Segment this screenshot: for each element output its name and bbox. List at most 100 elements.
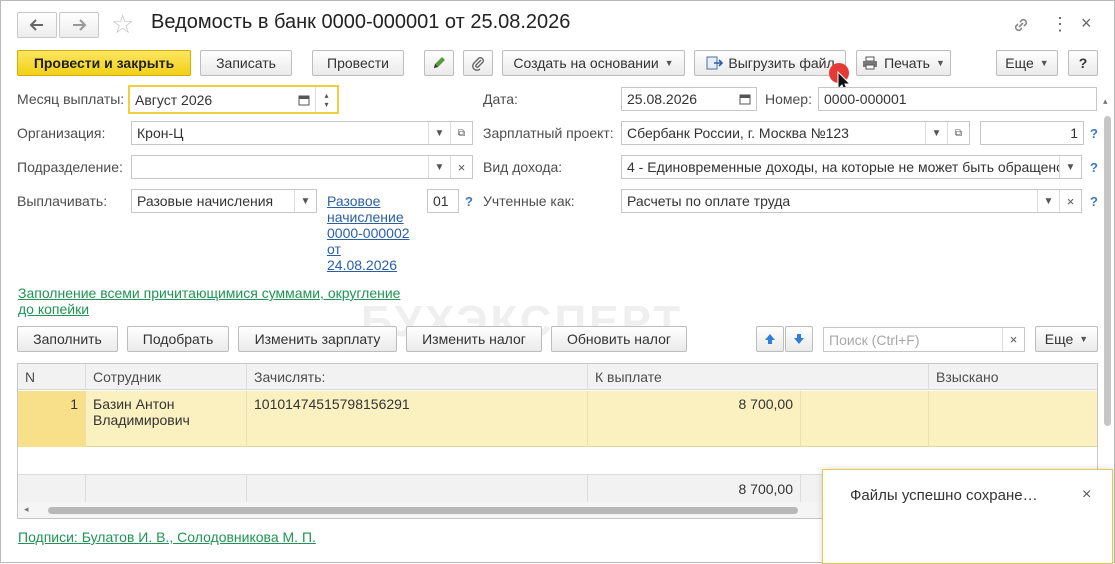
print-button[interactable]: Печать ▼	[856, 50, 951, 76]
footer-total-to-pay: 8 700,00	[588, 475, 801, 503]
chevron-down-icon: ▼	[664, 58, 674, 68]
cell-collected	[929, 391, 1097, 447]
dept-field[interactable]: ▼ ×	[131, 155, 473, 179]
help-button[interactable]: ?	[1068, 50, 1098, 76]
org-value: Крон-Ц	[137, 125, 184, 141]
table-more-button[interactable]: Еще ▼	[1035, 326, 1098, 352]
signatures-link[interactable]: Подписи: Булатов И. В., Солодовникова М.…	[18, 529, 316, 545]
create-based-on-label: Создать на основании	[513, 55, 659, 71]
fill-mode-link[interactable]: Заполнение всеми причитающимися суммами,…	[18, 285, 400, 317]
search-input[interactable]: Поиск (Ctrl+F) ×	[823, 327, 1025, 352]
column-header-employee[interactable]: Сотрудник	[86, 364, 247, 390]
scroll-left-icon[interactable]: ◂	[24, 504, 29, 515]
change-salary-button[interactable]: Изменить зарплату	[238, 326, 397, 352]
pay-field[interactable]: Разовые начисления ▼	[131, 189, 317, 213]
link-icon[interactable]	[1011, 15, 1031, 38]
chevron-down-icon: ▼	[1079, 334, 1089, 344]
change-tax-button[interactable]: Изменить налог	[406, 326, 542, 352]
scroll-up-icon[interactable]: ▴	[1103, 96, 1108, 107]
back-button[interactable]	[17, 12, 57, 38]
notification-toast: Файлы успешно сохране… ×	[822, 469, 1113, 564]
number-field[interactable]: 0000-000001	[818, 87, 1097, 111]
chevron-down-icon[interactable]: ▼	[1059, 156, 1081, 178]
table-more-label: Еще	[1044, 331, 1074, 347]
org-field[interactable]: Крон-Ц ▼ ⧉	[131, 121, 473, 145]
forward-button[interactable]	[59, 12, 99, 38]
open-icon[interactable]: ⧉	[947, 122, 969, 144]
chevron-down-icon[interactable]: ▼	[428, 122, 450, 144]
star-icon[interactable]: ☆	[111, 9, 134, 40]
clear-icon[interactable]: ×	[1059, 190, 1081, 212]
help-icon[interactable]: ?	[1090, 160, 1098, 175]
more-button[interactable]: Еще ▼	[996, 50, 1058, 76]
project-field[interactable]: Сбербанк России, г. Москва №123 ▼ ⧉	[621, 121, 970, 145]
month-stepper[interactable]: ▴ ▾	[315, 87, 337, 112]
notification-text: Файлы успешно сохране…	[850, 487, 1038, 504]
export-file-button[interactable]: Выгрузить файл	[694, 50, 846, 76]
code-field[interactable]: 01	[427, 189, 459, 213]
help-icon[interactable]: ?	[465, 194, 473, 209]
date-field[interactable]: 25.08.2026	[621, 87, 757, 111]
number-label: Номер:	[765, 91, 812, 107]
help-icon[interactable]: ?	[1090, 126, 1098, 141]
cell-employee: Базин Антон Владимирович	[86, 391, 247, 447]
table-header: N Сотрудник Зачислять: К выплате Взыскан…	[18, 364, 1097, 390]
attach-button[interactable]	[463, 50, 493, 76]
post-and-close-button[interactable]: Провести и закрыть	[17, 50, 191, 76]
fill-button[interactable]: Заполнить	[17, 326, 118, 352]
scrollbar-thumb[interactable]	[48, 507, 798, 514]
column-header-to-pay[interactable]: К выплате	[588, 364, 929, 390]
clear-icon[interactable]: ×	[450, 156, 472, 178]
clear-icon[interactable]: ×	[1002, 328, 1024, 351]
column-header-n[interactable]: N	[18, 364, 86, 390]
cell-to-pay: 8 700,00	[588, 391, 801, 447]
vertical-scrollbar-thumb[interactable]	[1104, 116, 1111, 426]
calendar-icon[interactable]	[293, 87, 315, 112]
move-up-button[interactable]	[756, 326, 784, 352]
post-button[interactable]: Провести	[312, 50, 404, 76]
more-vert-icon[interactable]: ⋮	[1051, 14, 1069, 35]
print-label: Печать	[884, 55, 930, 71]
create-based-on-button[interactable]: Создать на основании ▼	[502, 50, 685, 76]
export-icon	[706, 56, 724, 70]
chevron-down-icon[interactable]: ▼	[1037, 190, 1059, 212]
column-header-account[interactable]: Зачислять:	[247, 364, 588, 390]
project-count-field[interactable]: 1	[980, 121, 1084, 145]
pay-label: Выплачивать:	[17, 193, 108, 209]
edit-button[interactable]	[424, 50, 454, 76]
cell-n: 1	[18, 391, 86, 447]
arrow-up-icon	[765, 334, 775, 344]
paperclip-icon	[472, 57, 484, 71]
income-label: Вид дохода:	[483, 159, 563, 175]
pick-button[interactable]: Подобрать	[127, 326, 229, 352]
date-label: Дата:	[483, 91, 518, 107]
chevron-down-icon: ▼	[1039, 58, 1049, 68]
vertical-scrollbar[interactable]: ▴	[1103, 96, 1112, 426]
close-icon[interactable]: ×	[1081, 13, 1092, 34]
chevron-down-icon: ▼	[935, 58, 945, 68]
chevron-down-icon[interactable]: ▼	[428, 156, 450, 178]
column-header-collected[interactable]: Взыскано	[929, 364, 1097, 390]
footer-cell	[86, 475, 247, 503]
move-down-button[interactable]	[785, 326, 813, 352]
chevron-down-icon[interactable]: ▼	[294, 190, 316, 212]
save-button[interactable]: Записать	[200, 50, 292, 76]
help-icon[interactable]: ?	[1090, 194, 1098, 209]
arrow-left-icon	[29, 19, 43, 31]
notification-close-icon[interactable]: ×	[1082, 486, 1091, 504]
income-field[interactable]: 4 - Единовременные доходы, на которые не…	[621, 155, 1082, 179]
account-label: Учтенные как:	[483, 193, 575, 209]
update-tax-button[interactable]: Обновить налог	[551, 326, 687, 352]
account-field[interactable]: Расчеты по оплате труда ▼ ×	[621, 189, 1082, 213]
month-field[interactable]: Август 2026 ▴ ▾	[128, 85, 339, 114]
pencil-icon	[434, 57, 445, 68]
accrual-document-link[interactable]: Разовое начисление 0000-000002 от 24.08.…	[327, 193, 410, 273]
pay-value: Разовые начисления	[137, 193, 274, 209]
calendar-icon[interactable]	[734, 88, 756, 110]
footer-cell	[247, 475, 588, 503]
printer-icon	[863, 56, 878, 70]
month-label: Месяц выплаты:	[17, 91, 125, 107]
chevron-down-icon[interactable]: ▼	[925, 122, 947, 144]
table-row[interactable]: 1 Базин Антон Владимирович 1010147451579…	[18, 391, 1097, 447]
open-icon[interactable]: ⧉	[450, 122, 472, 144]
